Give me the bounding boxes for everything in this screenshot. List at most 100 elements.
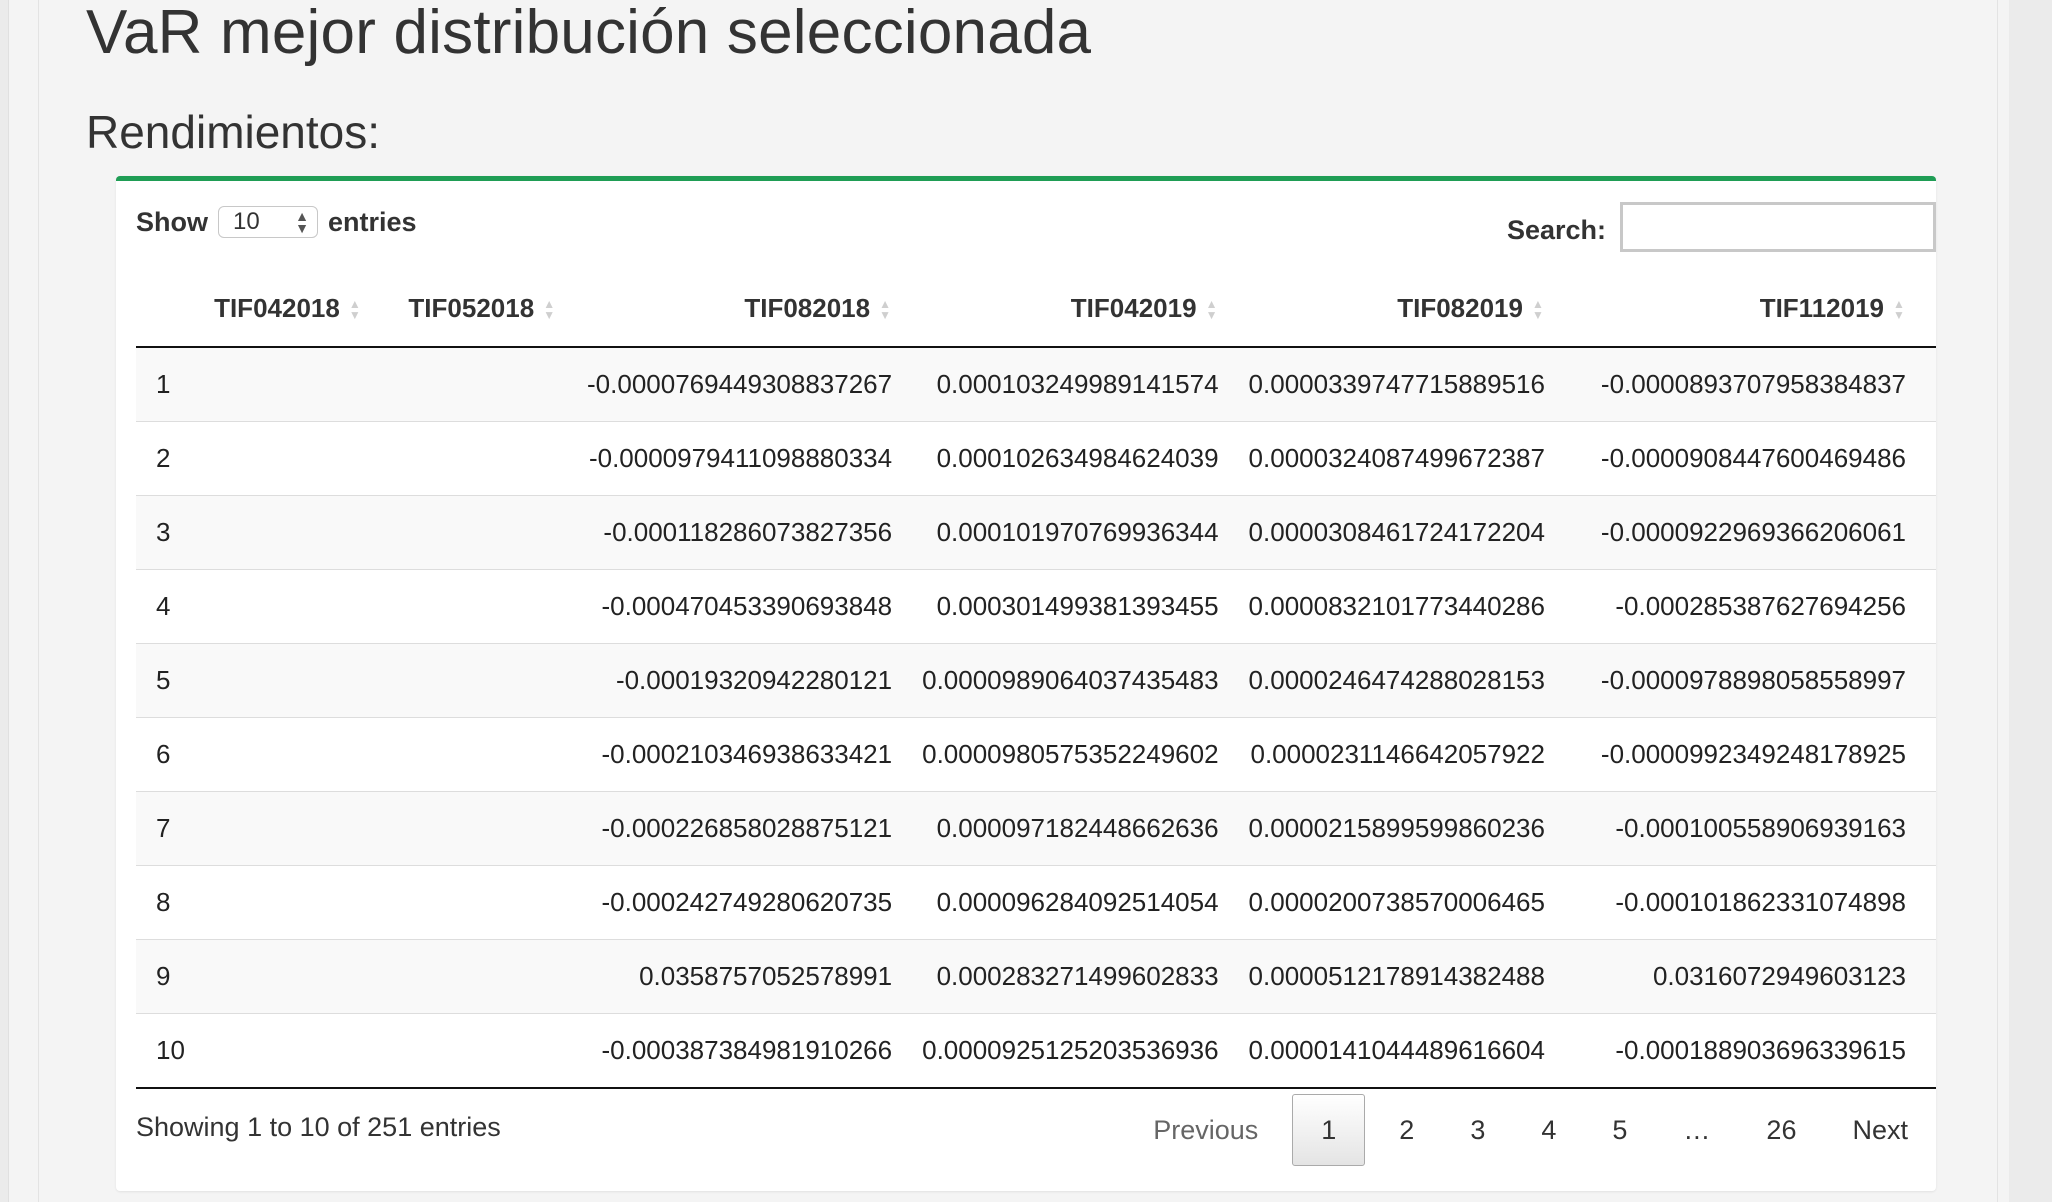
row-index-cell: 7 (136, 791, 188, 866)
table-row: 3 -0.000118286073827356 0.0001019707699363… (136, 495, 1936, 570)
data-table: TIF042018 ▲ ▼ TIF052018 ▲ ▼ TIF082018 ▲ ▼ TIF0420… (136, 270, 1936, 1089)
table-cell: 0.0000980575352249602 (922, 717, 1249, 792)
table-cell (187, 569, 392, 644)
table-row: 1 -0.0000769449308837267 0.000103249989141… (136, 347, 1936, 422)
search-control: Search: (1507, 202, 1936, 252)
table-cell: 0.0000308461724172204 (1248, 495, 1575, 570)
sort-icon: ▲ ▼ (1205, 296, 1218, 322)
sort-icon: ▲ ▼ (879, 296, 892, 322)
table-cell: 0.0000989064037435483 (922, 643, 1249, 718)
column-header-label: TIF042018 (214, 292, 340, 323)
pagination-page-5[interactable]: 5 (1584, 1095, 1655, 1165)
table-cell: -0.0000769449308837267 (586, 347, 923, 422)
table-cell: 0.000101970769936344 (922, 495, 1249, 570)
table-cell: -0.0000908447600469486 (1574, 421, 1936, 496)
table-row: 10 -0.000387384981910266 0.000092512520353… (136, 1013, 1936, 1089)
table-cell (187, 939, 392, 1014)
column-header-label: TIF052018 (408, 292, 535, 323)
show-label: Show (136, 206, 208, 237)
table-cell: -0.000118286073827356 (586, 495, 923, 570)
table-cell: 0.0000339747715889516 (1248, 347, 1575, 422)
table-cell: 0.0316072949603123 (1574, 939, 1936, 1014)
pagination-page-4[interactable]: 4 (1513, 1095, 1584, 1165)
column-header-label: TIF042019 (1070, 292, 1197, 323)
table-cell: -0.000285387627694256 (1574, 569, 1936, 644)
table-cell: -0.000242749280620735 (586, 865, 923, 940)
pagination: Previous 1 2 3 4 5 … 26 Next (1125, 1094, 1936, 1166)
entries-length-select[interactable]: 10 ▲ ▼ (218, 206, 318, 238)
table-cell: -0.000188903696339615 (1574, 1013, 1936, 1089)
column-header-label: TIF082019 (1397, 292, 1523, 323)
column-header-index (136, 270, 188, 348)
table-cell: -0.000226858028875121 (586, 791, 923, 866)
pagination-page-3[interactable]: 3 (1442, 1095, 1513, 1165)
table-cell (187, 865, 392, 940)
search-input[interactable] (1620, 202, 1936, 252)
table-row: 2 -0.0000979411098880334 0.000102634984624… (136, 421, 1936, 496)
pagination-previous-button[interactable]: Previous (1125, 1095, 1286, 1165)
column-header-tif042018[interactable]: TIF042018 ▲ ▼ (187, 270, 392, 348)
row-index-cell: 4 (136, 569, 188, 644)
table-cell: -0.0000922969366206061 (1574, 495, 1936, 570)
table-cell (187, 643, 392, 718)
entries-label: entries (328, 206, 417, 237)
table-row: 9 0.0358757052578991 0.000283271499602833 0… (136, 939, 1936, 1014)
sort-icon: ▲ ▼ (1532, 296, 1544, 322)
pagination-ellipsis: … (1683, 1115, 1711, 1145)
table-cell: -0.000470453390693848 (586, 569, 923, 644)
table-row: 8 -0.000242749280620735 0.0000962840925140… (136, 865, 1936, 940)
table-cell (391, 939, 587, 1014)
table-header-row: TIF042018 ▲ ▼ TIF052018 ▲ ▼ TIF082018 ▲ ▼ TIF0420… (136, 270, 1936, 348)
row-index-cell: 1 (136, 347, 188, 422)
table-cell: -0.000101862331074898 (1574, 865, 1936, 940)
table-cell: 0.000102634984624039 (922, 421, 1249, 496)
table-cell (187, 495, 392, 570)
table-cell: -0.00019320942280121 (586, 643, 923, 718)
row-index-cell: 8 (136, 865, 188, 940)
table-cell: -0.0000893707958384837 (1574, 347, 1936, 422)
pagination-page-1[interactable]: 1 (1292, 1094, 1366, 1166)
table-cell (187, 791, 392, 866)
table-cell: 0.0000246474288028153 (1248, 643, 1575, 718)
row-index-cell: 2 (136, 421, 188, 496)
table-cell (391, 421, 587, 496)
pagination-page-2[interactable]: 2 (1371, 1095, 1442, 1165)
row-index-cell: 3 (136, 495, 188, 570)
table-cell: 0.000283271499602833 (922, 939, 1249, 1014)
table-cell: 0.0358757052578991 (586, 939, 923, 1014)
table-cell: 0.000097182448662636 (922, 791, 1249, 866)
table-row: 6 -0.000210346938633421 0.0000980575352249… (136, 717, 1936, 792)
table-cell: 0.0000231146642057922 (1248, 717, 1575, 792)
table-cell (391, 791, 587, 866)
table-cell: -0.000387384981910266 (586, 1013, 923, 1089)
table-cell: 0.0000512178914382488 (1248, 939, 1575, 1014)
column-header-tif052018[interactable]: TIF052018 ▲ ▼ (391, 270, 587, 348)
sort-icon: ▲ ▼ (543, 296, 556, 322)
row-index-cell: 9 (136, 939, 188, 1014)
table-cell: 0.0000200738570006465 (1248, 865, 1575, 940)
column-header-tif082019[interactable]: TIF082019 ▲ ▼ (1248, 270, 1575, 348)
table-cell: 0.0000141044489616604 (1248, 1013, 1575, 1089)
table-cell: 0.000301499381393455 (922, 569, 1249, 644)
sort-icon: ▲ ▼ (348, 296, 361, 322)
table-cell (391, 865, 587, 940)
table-cell: -0.000100558906939163 (1574, 791, 1936, 866)
section-title: Rendimientos: (86, 106, 381, 158)
column-header-tif112019[interactable]: TIF112019 ▲ ▼ (1574, 270, 1936, 348)
chevron-updown-icon: ▲ ▼ (295, 208, 309, 236)
pagination-page-26[interactable]: 26 (1738, 1095, 1824, 1165)
table-cell: -0.0000979411098880334 (586, 421, 923, 496)
table-row: 7 -0.000226858028875121 0.0000971824486626… (136, 791, 1936, 866)
length-control: Show 10 ▲ ▼ entries (136, 206, 417, 238)
column-header-tif082018[interactable]: TIF082018 ▲ ▼ (586, 270, 923, 348)
page-title: VaR mejor distribución seleccionada (86, 0, 1092, 67)
table-cell (187, 421, 392, 496)
column-header-tif042019[interactable]: TIF042019 ▲ ▼ (922, 270, 1249, 348)
table-row: 4 -0.000470453390693848 0.0003014993813934… (136, 569, 1936, 644)
column-header-label: TIF082018 (744, 292, 871, 323)
table-row: 5 -0.00019320942280121 0.00009890640374354… (136, 643, 1936, 718)
pagination-next-button[interactable]: Next (1824, 1095, 1936, 1165)
table-cell: 0.0000215899599860236 (1248, 791, 1575, 866)
table-cell (391, 569, 587, 644)
table-cell: -0.0000978898058558997 (1574, 643, 1936, 718)
